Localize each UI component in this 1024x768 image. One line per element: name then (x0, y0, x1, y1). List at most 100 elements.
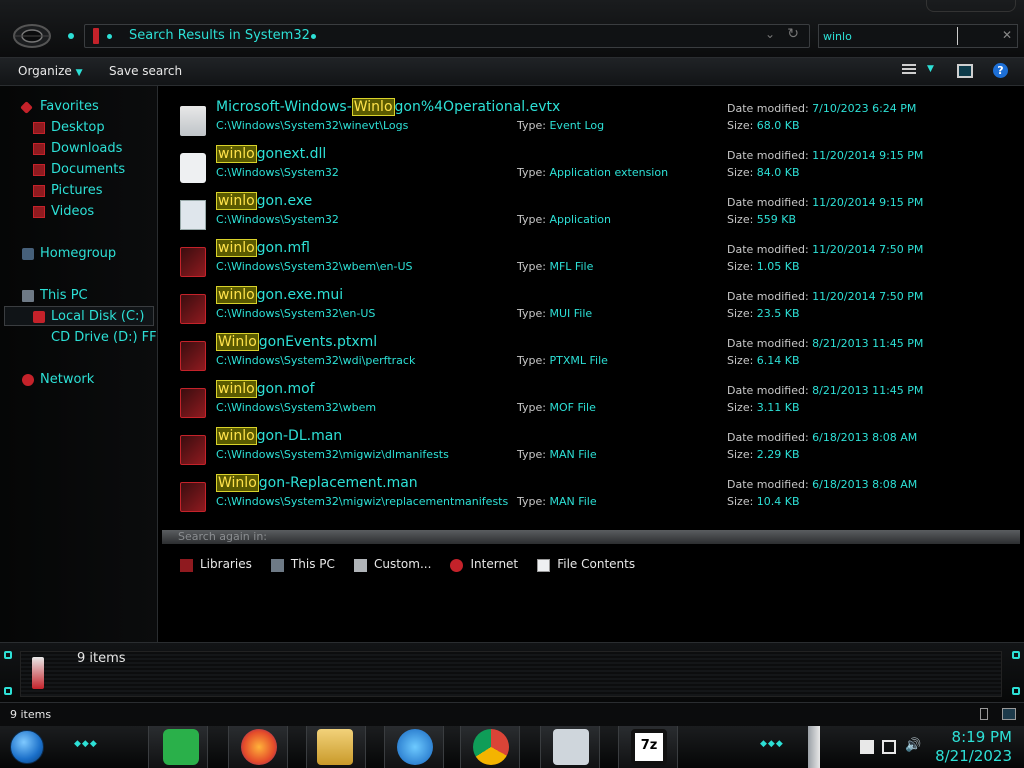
breadcrumb-search-results[interactable]: Search Results in System32 (129, 28, 310, 43)
file-size: Size: 559 KB (727, 213, 796, 226)
internet-explorer-icon[interactable] (397, 729, 433, 765)
green-app-icon[interactable] (163, 729, 199, 765)
result-row[interactable]: Microsoft-Windows- Winlo gon%4Operational.… (160, 96, 1024, 142)
recent-locations-dot-icon[interactable] (68, 33, 74, 39)
search-again-file-contents-button[interactable]: File Contents (537, 557, 635, 572)
details-view-icon[interactable] (980, 708, 988, 720)
taskbar-decoration-arrows: ◆◆◆ (760, 739, 784, 749)
file-date: Date modified: 7/10/2023 6:24 PM (727, 102, 916, 115)
firefox-icon[interactable] (241, 729, 277, 765)
type-label: Type: (517, 213, 546, 226)
date-label: Date modified: (727, 196, 809, 209)
file-icon (180, 341, 206, 371)
back-forward-orb-icon[interactable] (12, 22, 52, 50)
taskbar-app-slot: 7z (618, 726, 678, 768)
file-name[interactable]: winlo gon-DL.man (216, 427, 342, 445)
result-row[interactable]: winlo gon.exe C:\Windows\System32 Type: App… (160, 190, 1024, 236)
taskbar-app-slot (228, 726, 288, 768)
clear-search-icon[interactable]: ✕ (1002, 28, 1012, 42)
address-dropdown-chevron-icon[interactable]: ⌄ (765, 27, 775, 41)
nav-cd-drive[interactable]: CD Drive (D:) FF7D (51, 330, 157, 345)
taskbar-app-slot (384, 726, 444, 768)
view-options-arrow-icon[interactable]: ▼ (927, 64, 934, 74)
result-row[interactable]: Winlo gonEvents.ptxml C:\Windows\System32\… (160, 331, 1024, 377)
chrome-icon[interactable] (473, 729, 509, 765)
control-panel-icon[interactable] (553, 729, 589, 765)
type-label: Type: (517, 495, 546, 508)
date-value: 8/21/2013 11:45 PM (812, 384, 924, 397)
large-icons-view-icon[interactable] (1002, 708, 1016, 720)
result-row[interactable]: winlo gon.mof C:\Windows\System32\wbem Type… (160, 378, 1024, 424)
size-label: Size: (727, 448, 754, 461)
file-date: Date modified: 6/18/2013 8:08 AM (727, 431, 917, 444)
status-bar: 9 items (0, 702, 1024, 726)
file-name[interactable]: winlo gon.mof (216, 380, 315, 398)
search-again-internet-button[interactable]: Internet (450, 557, 518, 572)
file-name[interactable]: Winlo gon-Replacement.man (216, 474, 418, 492)
organize-button[interactable]: Organize ▼ (18, 64, 83, 78)
result-row[interactable]: Winlo gon-Replacement.man C:\Windows\Syste… (160, 472, 1024, 518)
type-label: Type: (517, 448, 546, 461)
file-name-suffix: gon-Replacement.man (258, 475, 418, 491)
desktop-icon (33, 122, 45, 134)
result-row[interactable]: winlo gon.exe.mui C:\Windows\System32\en-U… (160, 284, 1024, 330)
volume-icon[interactable]: 🔊 (905, 738, 921, 753)
result-row[interactable]: winlo gon-DL.man C:\Windows\System32\migwi… (160, 425, 1024, 471)
result-row[interactable]: winlo gonext.dll C:\Windows\System32 Type: … (160, 143, 1024, 189)
file-explorer-icon[interactable] (317, 729, 353, 765)
result-row[interactable]: winlo gon.mfl C:\Windows\System32\wbem\en-… (160, 237, 1024, 283)
file-name[interactable]: winlo gon.mfl (216, 239, 310, 257)
nav-cd-drive-label: CD Drive (D:) FF7D (51, 330, 157, 345)
nav-homegroup[interactable]: Homegroup (22, 246, 116, 261)
file-name[interactable]: Winlo gonEvents.ptxml (216, 333, 377, 351)
breadcrumb-separator-icon[interactable] (107, 34, 112, 39)
type-label: Type: (517, 166, 546, 179)
search-again-custom-button[interactable]: Custom... (353, 557, 431, 572)
date-label: Date modified: (727, 478, 809, 491)
save-search-button[interactable]: Save search (109, 64, 182, 78)
file-size: Size: 10.4 KB (727, 495, 800, 508)
search-again-libraries-button[interactable]: Libraries (180, 557, 252, 572)
nav-this-pc[interactable]: This PC (22, 288, 88, 303)
videos-icon (33, 206, 45, 218)
date-label: Date modified: (727, 102, 809, 115)
file-icon (180, 247, 206, 277)
refresh-icon[interactable]: ↻ (787, 26, 799, 42)
nav-videos[interactable]: Videos (33, 204, 94, 219)
search-again-this-pc-button[interactable]: This PC (270, 557, 335, 572)
system-clock[interactable]: 8:19 PM 8/21/2023 (932, 728, 1012, 766)
help-icon[interactable]: ? (993, 63, 1008, 78)
file-name[interactable]: winlo gonext.dll (216, 145, 326, 163)
nav-desktop[interactable]: Desktop (33, 120, 105, 135)
breadcrumb-separator-icon[interactable] (311, 34, 316, 39)
start-button[interactable] (10, 730, 44, 764)
nav-downloads[interactable]: Downloads (33, 141, 122, 156)
nav-pictures[interactable]: Pictures (33, 183, 102, 198)
taskbar-app-slot (306, 726, 366, 768)
nav-favorites[interactable]: Favorites (20, 99, 99, 114)
nav-local-disk[interactable]: Local Disk (C:) (33, 309, 144, 324)
network-tray-icon[interactable] (882, 740, 896, 754)
type-value: Event Log (549, 119, 605, 132)
show-desktop-button[interactable] (808, 726, 820, 768)
action-center-flag-icon[interactable] (860, 740, 874, 754)
search-match-highlight: Winlo (216, 333, 259, 351)
address-bar[interactable]: Search Results in System32 ⌄ ↻ (84, 24, 810, 48)
preview-pane-icon[interactable] (957, 64, 973, 78)
file-type: Type: Event Log (517, 119, 604, 132)
search-input[interactable]: winlo (823, 30, 852, 43)
file-name[interactable]: winlo gon.exe.mui (216, 286, 343, 304)
nav-network[interactable]: Network (22, 372, 94, 387)
file-size: Size: 6.14 KB (727, 354, 800, 367)
nav-documents[interactable]: Documents (33, 162, 125, 177)
change-view-icon[interactable] (902, 64, 916, 78)
file-name[interactable]: winlo gon.exe (216, 192, 312, 210)
size-value: 1.05 KB (756, 260, 800, 273)
date-value: 6/18/2013 8:08 AM (812, 431, 918, 444)
date-label: Date modified: (727, 337, 809, 350)
size-value: 2.29 KB (756, 448, 800, 461)
file-name[interactable]: Microsoft-Windows- Winlo gon%4Operational.… (216, 98, 560, 116)
7zip-icon[interactable]: 7z (631, 729, 667, 765)
search-match-highlight: winlo (216, 192, 257, 210)
search-box[interactable]: winlo ✕ (818, 24, 1018, 48)
